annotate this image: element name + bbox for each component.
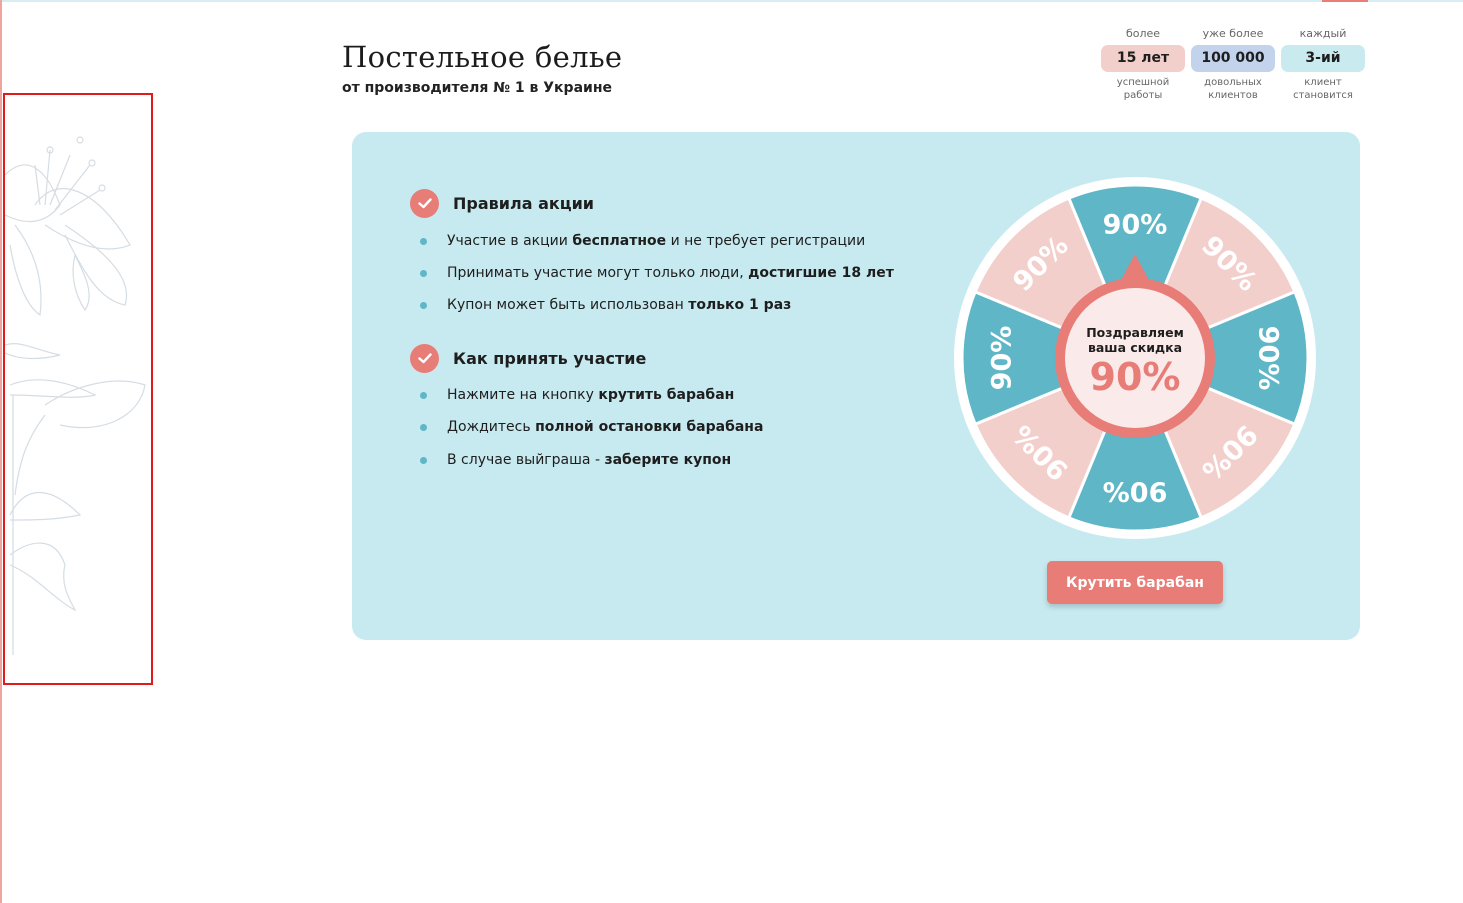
stat-clients-caption-line2: клиентов bbox=[1208, 90, 1258, 101]
rule-item-text: Участие в акции бесплатное и не требует … bbox=[447, 233, 866, 249]
stat-third-client-caption-line1: клиент bbox=[1304, 77, 1342, 88]
wheel-congrats-line2: ваша скидка bbox=[1087, 340, 1183, 355]
bullet-dot-icon bbox=[420, 456, 427, 464]
rules-section-title: Правила акции bbox=[453, 194, 594, 213]
stat-clients-badge: 100 000 bbox=[1191, 45, 1275, 72]
stat-years-badge: 15 лет bbox=[1101, 45, 1185, 72]
top-border-line bbox=[0, 0, 1463, 2]
stat-clients-caption: довольных клиентов bbox=[1191, 76, 1275, 102]
stat-third-client-caption: клиент становится bbox=[1281, 76, 1365, 102]
bullet-dot-icon bbox=[420, 391, 427, 399]
wheel-segment-label: 90% bbox=[987, 326, 1018, 391]
wheel-discount-value: 90% bbox=[1089, 355, 1181, 399]
how-item: В случае выйграша - заберите купон bbox=[420, 452, 731, 468]
rules-section-header: Правила акции bbox=[410, 189, 594, 218]
wheel-segment-label: 90% bbox=[1103, 476, 1168, 507]
wheel-center-result: Поздравляем ваша скидка 90% bbox=[1060, 325, 1210, 399]
stat-third-client-pre: каждый bbox=[1299, 27, 1347, 40]
how-item-text: Нажмите на кнопку крутить барабан bbox=[447, 387, 735, 403]
wheel-congrats-line1: Поздравляем bbox=[1086, 325, 1184, 340]
stat-third-client-badge: 3-ий bbox=[1281, 45, 1365, 72]
rule-item-text: Принимать участие могут только люди, дос… bbox=[447, 265, 894, 281]
rule-item: Участие в акции бесплатное и не требует … bbox=[420, 233, 865, 249]
spin-wheel-button[interactable]: Крутить барабан bbox=[1047, 561, 1223, 604]
check-circle-icon bbox=[410, 344, 439, 373]
bullet-dot-icon bbox=[420, 423, 427, 431]
stat-clients-pre: уже более bbox=[1202, 27, 1264, 40]
check-circle-icon bbox=[410, 189, 439, 218]
stat-years-caption-line2: работы bbox=[1123, 90, 1163, 101]
rule-item: Купон может быть использован только 1 ра… bbox=[420, 297, 791, 313]
left-border-line bbox=[0, 0, 2, 903]
rule-item-text: Купон может быть использован только 1 ра… bbox=[447, 297, 792, 313]
how-item-text: В случае выйграша - заберите купон bbox=[447, 452, 732, 468]
bullet-dot-icon bbox=[420, 269, 427, 277]
how-item: Дождитесь полной остановки барабана bbox=[420, 419, 763, 435]
page-subtitle: от производителя № 1 в Украине bbox=[342, 80, 612, 96]
how-section-title: Как принять участие bbox=[453, 349, 647, 368]
bullet-dot-icon bbox=[420, 237, 427, 245]
lily-illustration-icon bbox=[5, 136, 146, 655]
wheel-segment-label: 90% bbox=[1253, 326, 1284, 391]
stat-years: более 15 лет успешной работы bbox=[1101, 27, 1185, 102]
how-item: Нажмите на кнопку крутить барабан bbox=[420, 387, 734, 403]
bullet-dot-icon bbox=[420, 301, 427, 309]
stat-years-caption: успешной работы bbox=[1101, 76, 1185, 102]
stat-years-caption-line1: успешной bbox=[1116, 77, 1170, 88]
how-item-text: Дождитесь полной остановки барабана bbox=[447, 419, 764, 435]
stat-clients-caption-line1: довольных bbox=[1204, 77, 1262, 88]
stat-clients: уже более 100 000 довольных клиентов bbox=[1191, 27, 1275, 102]
stat-third-client: каждый 3-ий клиент становится bbox=[1281, 27, 1365, 102]
top-accent-mark bbox=[1322, 0, 1368, 2]
stat-third-client-caption-line2: становится bbox=[1293, 90, 1353, 101]
page-title: Постельное белье bbox=[342, 40, 623, 74]
wheel-segment-label: 90% bbox=[1103, 210, 1168, 241]
rule-item: Принимать участие могут только люди, дос… bbox=[420, 265, 894, 281]
decorative-lily-frame bbox=[3, 93, 153, 685]
stat-years-pre: более bbox=[1125, 27, 1161, 40]
how-section-header: Как принять участие bbox=[410, 344, 646, 373]
